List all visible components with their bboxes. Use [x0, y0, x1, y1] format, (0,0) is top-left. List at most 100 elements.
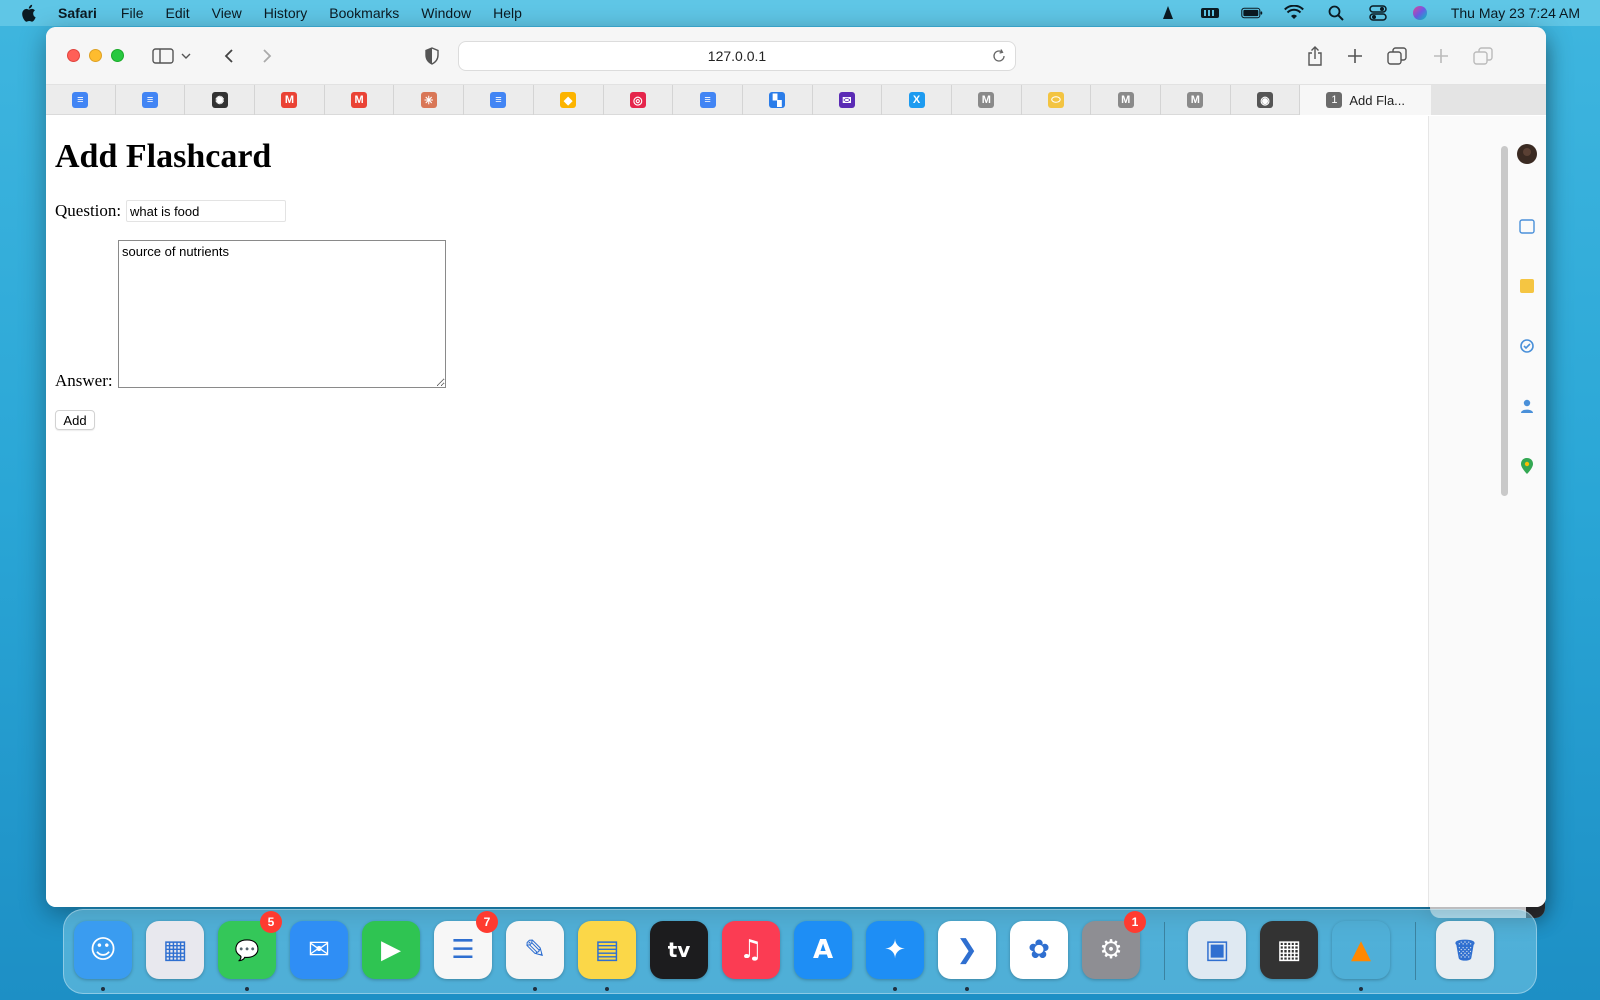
dock-apple-tv-glyph: tv: [667, 938, 691, 962]
back-button-icon[interactable]: [216, 44, 242, 68]
dock-separator: [1164, 922, 1165, 980]
dock-launchpad-icon[interactable]: ▦: [146, 921, 204, 979]
dock-music-icon[interactable]: ♫: [722, 921, 780, 979]
pinned-tab[interactable]: ≡: [673, 85, 743, 115]
pinned-tabs-bar: ≡ ≡ ✺ M M ✳ ≡ ◆ ◎ ≡ ▚ ✉ X M ⬭ M M ◉ 1 Add Fla...: [46, 85, 1546, 115]
web-page: Add Flashcard Question: source of nutrie…: [46, 116, 1428, 907]
wifi-icon[interactable]: [1283, 5, 1305, 21]
dock-vlc-icon[interactable]: ▲: [1332, 921, 1390, 979]
menu-help[interactable]: Help: [493, 5, 522, 21]
pinned-tab[interactable]: ▚: [743, 85, 813, 115]
dock-running-indicator: [245, 987, 249, 991]
pinned-tab[interactable]: ◎: [604, 85, 674, 115]
tab-overview-inactive-icon: [1470, 44, 1496, 68]
dock-safari-icon[interactable]: ✦: [866, 921, 924, 979]
privacy-shield-icon[interactable]: [419, 44, 445, 68]
claude-icon: ✳: [420, 92, 437, 108]
dock-freeform-icon[interactable]: ✎: [506, 921, 564, 979]
notes-icon[interactable]: [1517, 276, 1537, 296]
maps-pin-icon[interactable]: [1517, 456, 1537, 476]
tasks-icon[interactable]: [1517, 336, 1537, 356]
pinned-tab[interactable]: ◉: [1231, 85, 1301, 115]
pinned-tab[interactable]: ◆: [534, 85, 604, 115]
dock-photos-icon[interactable]: ✿: [1010, 921, 1068, 979]
dock-music-glyph: ♫: [739, 935, 763, 965]
siri-icon[interactable]: [1409, 5, 1431, 21]
battery-icon[interactable]: [1241, 5, 1263, 21]
dock-facetime-icon[interactable]: ▶: [362, 921, 420, 979]
apple-menu-icon[interactable]: [20, 3, 40, 23]
pinned-tab[interactable]: M: [952, 85, 1022, 115]
forward-button-icon[interactable]: [254, 44, 280, 68]
pinned-tab[interactable]: ≡: [46, 85, 116, 115]
pinned-tab[interactable]: M: [325, 85, 395, 115]
tab-overview-icon[interactable]: [1384, 44, 1410, 68]
menu-window[interactable]: Window: [421, 5, 471, 21]
menu-view[interactable]: View: [212, 5, 242, 21]
answer-textarea[interactable]: source of nutrients: [118, 240, 446, 388]
window-close-button[interactable]: [67, 49, 80, 62]
dock-apple-tv-icon[interactable]: tv: [650, 921, 708, 979]
dock-mail-icon[interactable]: ✉: [290, 921, 348, 979]
reload-icon[interactable]: [991, 48, 1007, 64]
spotlight-search-icon[interactable]: [1325, 5, 1347, 21]
new-tab-icon[interactable]: [1342, 44, 1368, 68]
window-minimize-button[interactable]: [89, 49, 102, 62]
dock-calculator-icon[interactable]: ▦: [1260, 921, 1318, 979]
dock-safari-glyph: ✦: [884, 935, 906, 965]
pinned-tab[interactable]: ≡: [116, 85, 186, 115]
menu-bar: Safari File Edit View History Bookmarks …: [0, 0, 1600, 26]
memory-status-icon[interactable]: [1199, 5, 1221, 21]
dock-separator: [1415, 922, 1416, 980]
calendar-icon[interactable]: [1517, 216, 1537, 236]
share-icon[interactable]: [1302, 44, 1328, 68]
dock-freeform-glyph: ✎: [524, 935, 546, 965]
x-logo-icon: X: [908, 92, 925, 108]
question-label: Question:: [55, 201, 122, 220]
gmail-icon: M: [281, 92, 298, 108]
control-center-icon[interactable]: [1367, 5, 1389, 21]
pinned-tab[interactable]: M: [255, 85, 325, 115]
page-title: Add Flashcard: [55, 138, 272, 175]
dock-preview-icon[interactable]: ▣: [1188, 921, 1246, 979]
menu-bookmarks[interactable]: Bookmarks: [329, 5, 399, 21]
pinned-tab[interactable]: ⬭: [1022, 85, 1092, 115]
contacts-icon[interactable]: [1517, 396, 1537, 416]
menu-clock[interactable]: Thu May 23 7:24 AM: [1451, 5, 1580, 21]
dock-vlc-glyph: ▲: [1351, 935, 1371, 965]
window-zoom-button[interactable]: [111, 49, 124, 62]
google-docs-icon: ≡: [699, 92, 716, 108]
m-logo-icon: M: [978, 92, 995, 108]
pinned-tab[interactable]: ≡: [464, 85, 534, 115]
dock-vscode-glyph: ❯: [956, 935, 978, 965]
add-button[interactable]: Add: [55, 410, 95, 430]
pinned-tab[interactable]: ✳: [394, 85, 465, 115]
scrollbar[interactable]: [1501, 146, 1508, 496]
dock-trash-icon[interactable]: 🗑: [1436, 921, 1494, 979]
pinned-tab[interactable]: ✺: [185, 85, 256, 115]
dock-notes-icon[interactable]: ▤: [578, 921, 636, 979]
dock-messages-glyph: 💬: [234, 938, 260, 962]
pinned-tab[interactable]: M: [1091, 85, 1161, 115]
address-bar[interactable]: 127.0.0.1: [458, 41, 1016, 71]
sidebar-toggle-icon[interactable]: [150, 44, 176, 68]
email-icon: ✉: [838, 92, 855, 108]
dock-preview-glyph: ▣: [1204, 935, 1230, 965]
dock-photos-glyph: ✿: [1028, 935, 1050, 965]
dock-vscode-icon[interactable]: ❯: [938, 921, 996, 979]
menu-file[interactable]: File: [121, 5, 144, 21]
chevron-down-icon[interactable]: [178, 44, 194, 68]
pinned-tab[interactable]: ✉: [813, 85, 883, 115]
avatar[interactable]: [1517, 144, 1537, 164]
menu-history[interactable]: History: [264, 5, 308, 21]
question-input[interactable]: [126, 200, 286, 222]
pinned-tab[interactable]: M: [1161, 85, 1231, 115]
pinned-tab[interactable]: X: [882, 85, 952, 115]
dock-finder-icon[interactable]: ☺: [74, 921, 132, 979]
menu-edit[interactable]: Edit: [165, 5, 189, 21]
menu-app-name[interactable]: Safari: [58, 5, 97, 21]
vlc-status-icon[interactable]: [1157, 5, 1179, 21]
dock-messages-badge: 5: [260, 911, 282, 933]
dock-app-store-icon[interactable]: A: [794, 921, 852, 979]
dock: ☺ ▦ 💬 5 ✉ ▶ ☰ 7 ✎ ▤ tv ♫ A ✦ ❯ ✿ ⚙ 1 ▣ ▦ ▲ 🗑: [63, 909, 1537, 994]
